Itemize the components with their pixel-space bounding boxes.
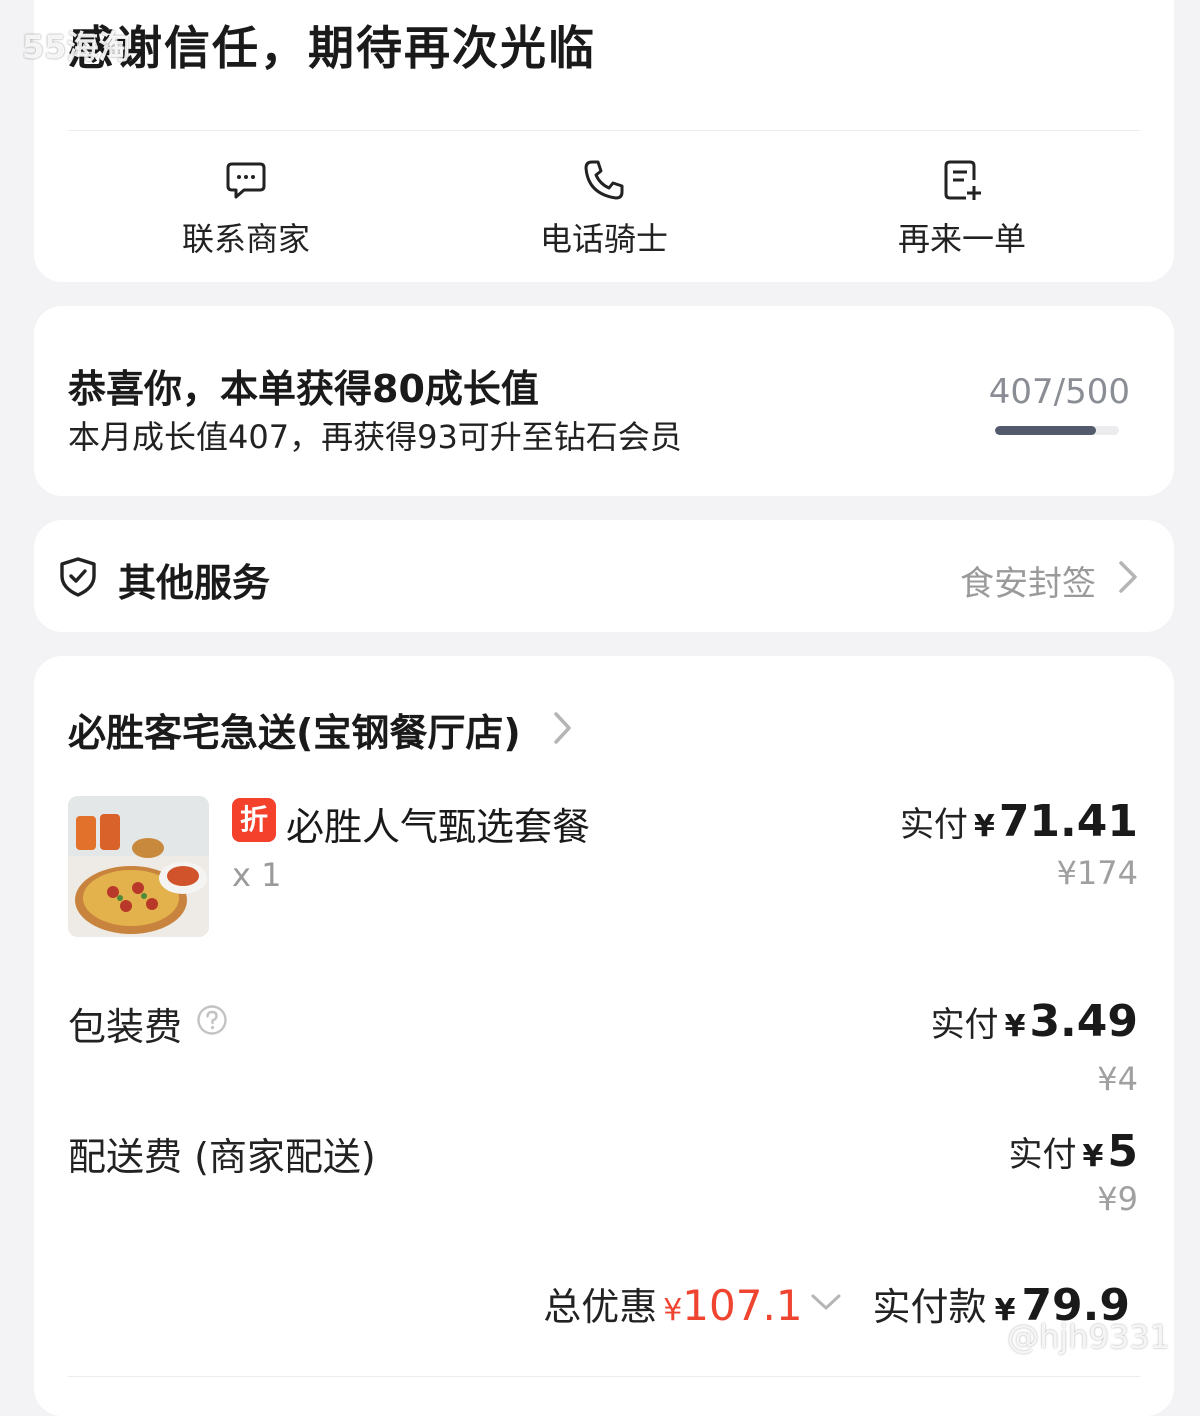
total-discount-amount[interactable]: 107.1 [682,1281,802,1330]
delivery-fee-label: 配送费 (商家配送) [68,1135,376,1179]
growth-progress-text: 407/500 [988,372,1130,412]
action-label: 联系商家 [181,220,310,258]
growth-card[interactable]: 恭喜你，本单获得80成长值 本月成长值407，再获得93可升至钻石会员 407/… [34,306,1174,496]
item-quantity: x 1 [232,856,282,894]
page-title: 感谢信任，期待再次光临 [68,21,596,75]
reorder-button[interactable]: 再来一单 [842,158,1082,260]
currency-symbol: ¥ [973,809,995,844]
divider [68,130,1140,131]
growth-progress-bar [995,426,1119,435]
currency-symbol: ¥ [663,1293,683,1328]
discount-badge: 折 [232,798,276,842]
watermark-bottom-right: @hjh9331 [1007,1318,1170,1356]
pizza-meal-image [68,796,209,937]
reorder-icon [944,160,981,200]
paid-amount: 3.49 [1029,996,1138,1047]
other-services-row[interactable]: 其他服务 食安封签 [34,520,1174,632]
order-detail-card: 必胜客宅急送(宝钢餐厅店) 折 必胜人气甄选套餐 x 1 实付 ¥71.41 ¥1… [34,656,1174,1416]
item-original-price: ¥174 [1056,854,1138,892]
paid-amount: 5 [1107,1126,1138,1177]
food-safety-seal-link[interactable]: 食安封签 [960,556,1096,605]
packaging-fee-label: 包装费 [68,1005,183,1049]
watermark-top-left: 55海淘 [22,28,131,66]
product-image[interactable] [68,796,209,937]
services-title: 其他服务 [118,561,271,605]
amount-paid-label: 实付款 [872,1285,987,1329]
shield-check-icon [60,557,96,597]
store-name-link[interactable]: 必胜客宅急送(宝钢餐厅店) [68,702,521,757]
contact-merchant-button[interactable]: 联系商家 [126,158,366,260]
phone-icon [584,160,624,200]
growth-subtitle: 本月成长值407，再获得93可升至钻石会员 [68,418,682,456]
call-rider-button[interactable]: 电话骑士 [484,158,724,260]
growth-title: 恭喜你，本单获得80成长值 [68,367,539,411]
paid-label: 实付 [899,805,968,845]
item-paid-price: 实付 ¥71.41 [900,796,1138,847]
delivery-original-price: ¥9 [1097,1180,1138,1218]
delivery-paid-price: 实付 ¥5 [1009,1126,1139,1177]
help-icon[interactable] [196,1004,228,1036]
growth-progress-fill [995,426,1096,435]
currency-symbol: ¥ [1004,1009,1026,1044]
paid-amount: 71.41 [998,796,1138,847]
order-status-card: 感谢信任，期待再次光临 联系商家 电话骑士 再来一单 [34,0,1174,282]
packaging-paid-price: 实付 ¥3.49 [931,996,1138,1047]
item-name[interactable]: 必胜人气甄选套餐 [286,796,590,851]
chat-icon [226,162,266,199]
chevron-right-icon[interactable] [552,710,574,746]
paid-label: 实付 [1008,1135,1077,1175]
total-discount-label: 总优惠 [543,1285,658,1329]
action-label: 再来一单 [897,220,1026,258]
chevron-down-icon[interactable] [809,1290,843,1314]
action-label: 电话骑士 [539,220,668,258]
divider [68,1376,1140,1377]
packaging-original-price: ¥4 [1097,1060,1138,1098]
chevron-right-icon [1119,561,1137,593]
paid-label: 实付 [930,1005,999,1045]
currency-symbol: ¥ [1082,1139,1104,1174]
